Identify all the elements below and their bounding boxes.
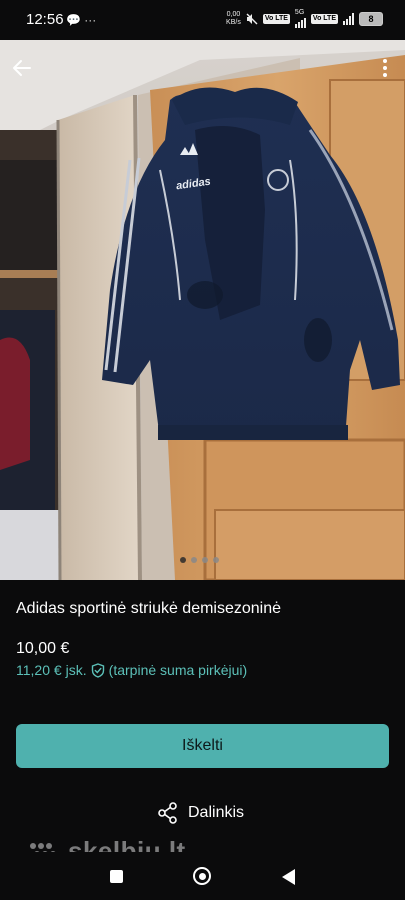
more-options-icon[interactable] bbox=[377, 56, 393, 80]
network-speed: 0,00 KB/s bbox=[226, 10, 241, 26]
notification-icons: 💬 ··· bbox=[66, 13, 97, 27]
signal-icon bbox=[343, 12, 354, 25]
listing-title: Adidas sportinė striukė demisezoninė bbox=[16, 600, 282, 617]
pagination-dot[interactable] bbox=[180, 557, 186, 563]
share-button[interactable]: Dalinkis bbox=[158, 802, 244, 824]
shield-check-icon bbox=[91, 662, 104, 678]
jacket-photo-illustration bbox=[0, 40, 405, 580]
status-time: 12:56 bbox=[26, 11, 64, 28]
share-icon bbox=[158, 802, 177, 824]
share-label: Dalinkis bbox=[188, 804, 245, 821]
status-bar: 12:56 💬 ··· 0,00 KB/s Vo LTE 5G Vo LTE 8 bbox=[0, 0, 405, 40]
buyer-price-note: (tarpinė suma pirkėjui) bbox=[108, 662, 248, 678]
signal-5g-icon: 5G bbox=[294, 9, 306, 28]
photo-pagination-dots[interactable] bbox=[180, 557, 219, 563]
pagination-dot[interactable] bbox=[202, 557, 208, 563]
back-arrow-icon[interactable] bbox=[10, 56, 34, 80]
pagination-dot[interactable] bbox=[191, 557, 197, 563]
pagination-dot[interactable] bbox=[213, 557, 219, 563]
system-back-button[interactable] bbox=[282, 869, 295, 885]
promote-button[interactable]: Iškelti bbox=[16, 724, 389, 768]
recent-apps-button[interactable] bbox=[110, 870, 123, 883]
home-button[interactable] bbox=[193, 867, 211, 885]
buyer-price-row[interactable]: 11,20 € jsk. (tarpinė suma pirkėjui) bbox=[16, 662, 247, 678]
volte-badge: Vo LTE bbox=[262, 13, 290, 24]
mute-icon bbox=[246, 13, 258, 24]
listing-photo[interactable]: adidas bbox=[0, 40, 405, 580]
buyer-price-suffix: jsk. bbox=[65, 662, 87, 678]
battery-icon: 8 bbox=[359, 11, 383, 26]
status-right-icons: 0,00 KB/s Vo LTE 5G Vo LTE 8 bbox=[226, 9, 383, 28]
volte-badge-2: Vo LTE bbox=[310, 13, 338, 24]
listing-price: 10,00 € bbox=[16, 640, 70, 657]
buyer-price: 11,20 € bbox=[16, 662, 62, 678]
system-nav-bar bbox=[0, 852, 405, 900]
